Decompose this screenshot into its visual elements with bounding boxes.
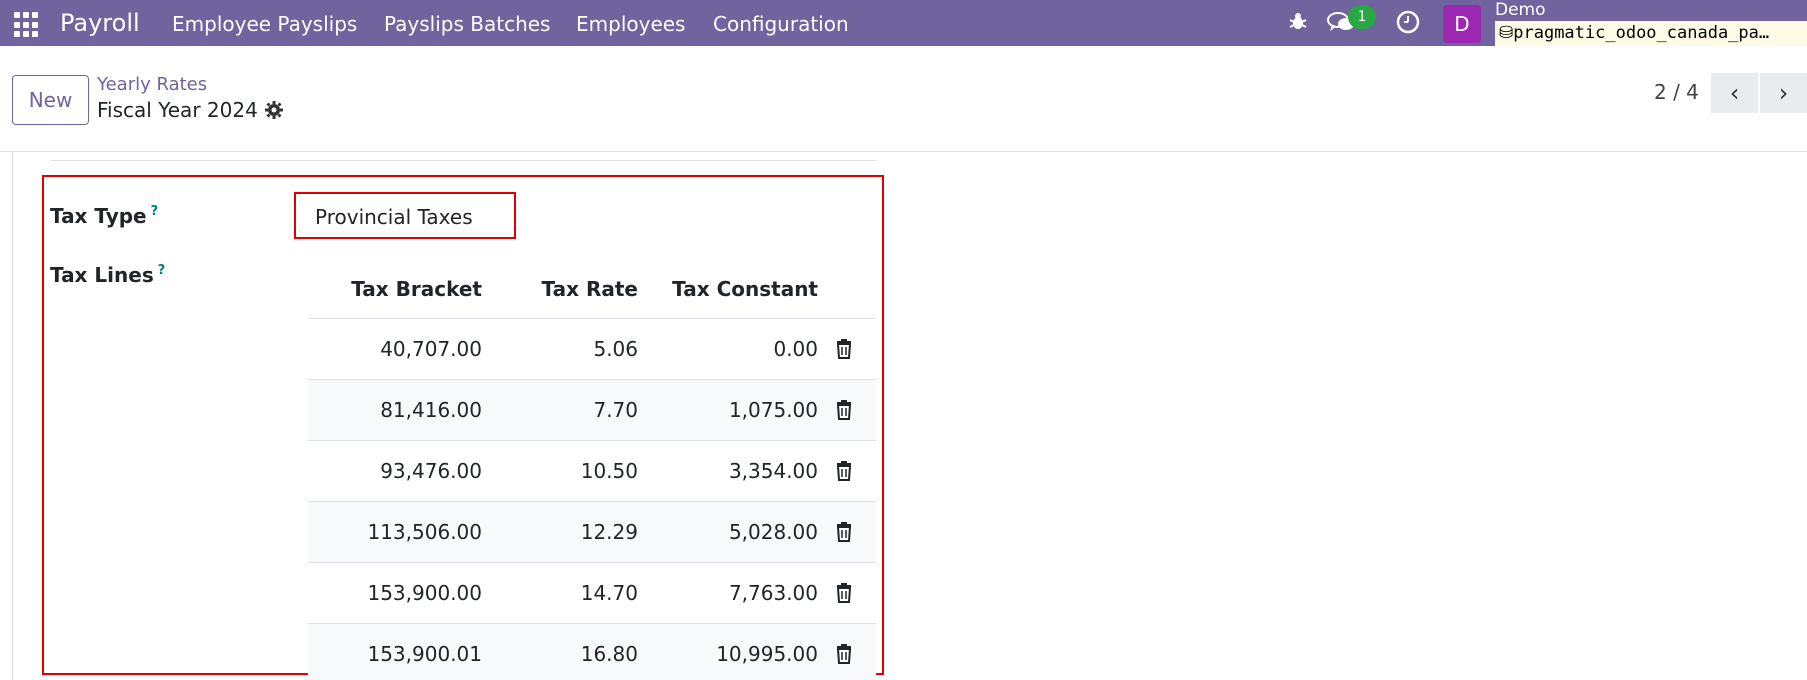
table-row[interactable]: 81,416.00 7.70 1,075.00 bbox=[308, 380, 876, 441]
trash-icon[interactable] bbox=[836, 339, 852, 359]
cell-tax-constant[interactable]: 5,028.00 bbox=[729, 520, 818, 544]
cell-tax-rate[interactable]: 14.70 bbox=[581, 581, 638, 605]
control-panel: New Yearly Rates Fiscal Year 2024 2 / 4 … bbox=[0, 60, 1807, 152]
clock-icon[interactable] bbox=[1396, 10, 1420, 39]
cell-tax-bracket[interactable]: 93,476.00 bbox=[380, 459, 482, 483]
apps-menu-icon[interactable] bbox=[14, 12, 40, 38]
user-name[interactable]: Demo bbox=[1495, 0, 1546, 20]
pager-next-button[interactable]: › bbox=[1760, 73, 1807, 113]
trash-icon[interactable] bbox=[836, 522, 852, 542]
menu-payslips-batches[interactable]: Payslips Batches bbox=[384, 12, 550, 36]
cell-tax-constant[interactable]: 10,995.00 bbox=[716, 642, 818, 666]
record-title: Fiscal Year 2024 bbox=[97, 98, 258, 122]
table-row[interactable]: 153,900.01 16.80 10,995.00 bbox=[308, 624, 876, 680]
cell-tax-rate[interactable]: 10.50 bbox=[581, 459, 638, 483]
table-row[interactable]: 113,506.00 12.29 5,028.00 bbox=[308, 502, 876, 563]
help-tooltip-icon[interactable]: ? bbox=[158, 263, 166, 278]
app-brand[interactable]: Payroll bbox=[60, 9, 140, 37]
tax-type-label-text: Tax Type bbox=[50, 204, 147, 228]
column-header-tax-rate[interactable]: Tax Rate bbox=[542, 277, 638, 301]
cell-tax-rate[interactable]: 7.70 bbox=[593, 398, 638, 422]
cell-tax-bracket[interactable]: 40,707.00 bbox=[380, 337, 482, 361]
pager-value[interactable]: 2 / 4 bbox=[1654, 80, 1699, 104]
database-icon: ⛁ bbox=[1499, 23, 1514, 43]
table-row[interactable]: 153,900.00 14.70 7,763.00 bbox=[308, 563, 876, 624]
database-label: pragmatic_odoo_canada_pa… bbox=[1513, 23, 1770, 43]
column-header-tax-constant[interactable]: Tax Constant bbox=[672, 277, 818, 301]
trash-icon[interactable] bbox=[836, 644, 852, 664]
tax-lines-label-text: Tax Lines bbox=[50, 263, 154, 287]
cell-tax-bracket[interactable]: 81,416.00 bbox=[380, 398, 482, 422]
cell-tax-constant[interactable]: 0.00 bbox=[773, 337, 818, 361]
tax-type-label: Tax Type? bbox=[50, 204, 158, 228]
trash-icon[interactable] bbox=[836, 400, 852, 420]
cell-tax-rate[interactable]: 5.06 bbox=[593, 337, 638, 361]
tax-type-select[interactable]: Provincial Taxes bbox=[315, 205, 473, 229]
cell-tax-rate[interactable]: 12.29 bbox=[581, 520, 638, 544]
database-name: ⛁pragmatic_odoo_canada_pa… bbox=[1495, 21, 1807, 46]
table-row[interactable]: 40,707.00 5.06 0.00 bbox=[308, 319, 876, 380]
help-tooltip-icon[interactable]: ? bbox=[151, 204, 159, 219]
cell-tax-bracket[interactable]: 153,900.01 bbox=[367, 642, 482, 666]
cell-tax-bracket[interactable]: 113,506.00 bbox=[367, 520, 482, 544]
avatar[interactable]: D bbox=[1443, 5, 1481, 43]
trash-icon[interactable] bbox=[836, 583, 852, 603]
menu-configuration[interactable]: Configuration bbox=[713, 12, 849, 36]
top-navbar: Payroll Employee Payslips Payslips Batch… bbox=[0, 0, 1807, 46]
gear-icon[interactable] bbox=[264, 100, 284, 126]
cell-tax-rate[interactable]: 16.80 bbox=[581, 642, 638, 666]
tax-lines-label: Tax Lines? bbox=[50, 263, 165, 287]
trash-icon[interactable] bbox=[836, 461, 852, 481]
new-button[interactable]: New bbox=[12, 75, 89, 125]
pager-previous-button[interactable]: ‹ bbox=[1711, 73, 1758, 113]
breadcrumb[interactable]: Yearly Rates bbox=[97, 74, 207, 95]
section-divider bbox=[50, 160, 876, 161]
menu-employee-payslips[interactable]: Employee Payslips bbox=[172, 12, 357, 36]
menu-employees[interactable]: Employees bbox=[576, 12, 685, 36]
cell-tax-bracket[interactable]: 153,900.00 bbox=[367, 581, 482, 605]
bug-icon[interactable] bbox=[1287, 10, 1309, 37]
column-header-tax-bracket[interactable]: Tax Bracket bbox=[351, 277, 482, 301]
table-row[interactable]: 93,476.00 10.50 3,354.00 bbox=[308, 441, 876, 502]
cell-tax-constant[interactable]: 1,075.00 bbox=[729, 398, 818, 422]
table-header: Tax Bracket Tax Rate Tax Constant bbox=[308, 262, 876, 319]
cell-tax-constant[interactable]: 3,354.00 bbox=[729, 459, 818, 483]
cell-tax-constant[interactable]: 7,763.00 bbox=[729, 581, 818, 605]
messages-badge: 1 bbox=[1348, 5, 1376, 29]
